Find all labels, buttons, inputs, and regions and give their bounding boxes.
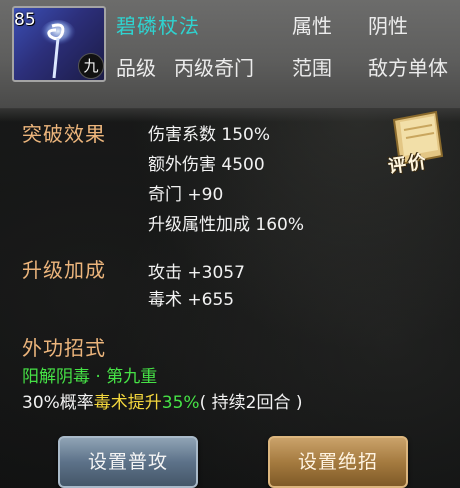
move-description: 30%概率毒术提升35%( 持续2回合 ) bbox=[22, 388, 302, 413]
breakthrough-line: 额外伤害 4500 bbox=[148, 155, 265, 175]
external-move-title: 外功招式 bbox=[22, 336, 106, 360]
tier-badge: 九 bbox=[78, 53, 104, 79]
desc-suffix: ( 持续2回合 ) bbox=[199, 393, 303, 413]
upgrade-title: 升级加成 bbox=[22, 258, 106, 282]
rank-value: 丙级奇门 bbox=[174, 56, 254, 80]
range-value: 敌方单体 bbox=[368, 56, 448, 80]
upgrade-line: 毒术 +655 bbox=[148, 290, 235, 310]
skill-name: 碧磷杖法 bbox=[116, 14, 200, 38]
upgrade-line: 攻击 +3057 bbox=[148, 263, 245, 283]
range-label: 范围 bbox=[292, 56, 332, 80]
review-label[interactable]: 评价 bbox=[386, 147, 430, 178]
breakthrough-title: 突破效果 bbox=[22, 122, 106, 146]
attribute-value: 阴性 bbox=[368, 14, 408, 38]
rank-label: 品级 bbox=[116, 56, 156, 80]
attribute-label: 属性 bbox=[292, 14, 332, 38]
breakthrough-line: 奇门 +90 bbox=[148, 185, 224, 205]
breakthrough-line: 伤害系数 150% bbox=[148, 125, 271, 145]
set-ultimate-button[interactable]: 设置绝招 bbox=[268, 436, 408, 488]
skill-detail-panel: 85 九 碧磷杖法 属性 阴性 品级 丙级奇门 范围 敌方单体 突破效果 伤害系… bbox=[0, 0, 460, 488]
desc-prefix: 30%概率 bbox=[22, 393, 94, 413]
desc-highlight-green: 35% bbox=[161, 393, 200, 413]
set-normal-attack-button[interactable]: 设置普攻 bbox=[58, 436, 198, 488]
breakthrough-line: 升级属性加成 160% bbox=[148, 215, 305, 235]
skill-level: 85 bbox=[14, 10, 36, 30]
move-name: 阳解阴毒 · 第九重 bbox=[22, 367, 158, 387]
desc-highlight-gold: 毒术提升 bbox=[93, 393, 162, 413]
